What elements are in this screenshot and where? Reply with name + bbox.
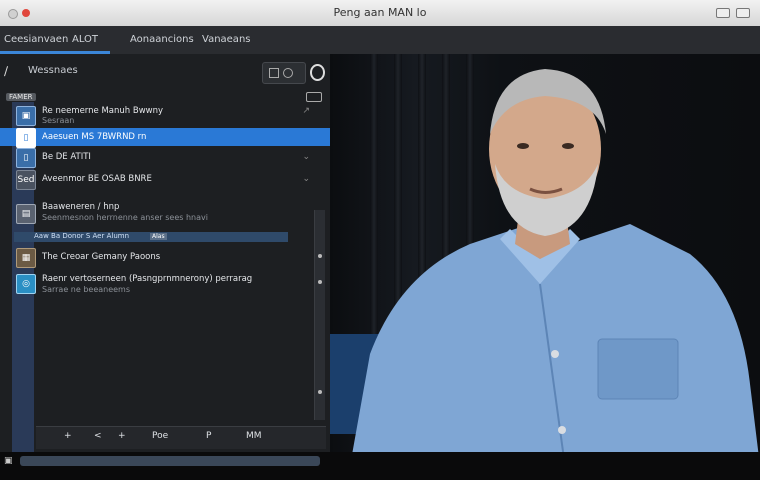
photo-icon: ▦ [16, 248, 36, 268]
progress-label: Aaw Ba Donor S Aer Alumn [34, 232, 130, 240]
progress-button[interactable]: Alas [150, 233, 167, 240]
video-viewer [330, 54, 760, 466]
presenter-image [350, 69, 760, 466]
list-item[interactable]: ▦ The Creoar Gemany Paoons [0, 246, 330, 268]
progress-row[interactable]: Aaw Ba Donor S Aer Alumn Alas [14, 232, 288, 242]
panel-tools[interactable] [262, 62, 306, 84]
prev-icon[interactable]: < [94, 431, 102, 441]
dock-bar [20, 456, 320, 466]
window-icon[interactable]: ▣ [4, 456, 13, 466]
item-subtitle: Sesraan [42, 116, 75, 125]
tool-circle-icon[interactable] [283, 68, 293, 78]
list-item[interactable]: ▤ Baaweneren / hnp Seenmesnon herrnenne … [0, 202, 330, 226]
tab-1[interactable]: Ceesianvaen [4, 34, 68, 45]
tab-strip: Ceesianvaen ALOT Aonaancions Vanaeans [0, 26, 760, 55]
list-item[interactable]: ◎ Raenr vertoserneen (Pasngprnmnerony) p… [0, 272, 330, 296]
panel-bottom-toolbar: + < + Poe P MM [36, 426, 326, 449]
list-subheader: FAMER [4, 92, 326, 104]
minimize-button[interactable] [716, 8, 730, 18]
item-title: Aveenmor BE OSAB BNRE [42, 174, 152, 184]
item-subtitle: Sarrae ne beeaneems [42, 285, 131, 294]
chevron-icon: ⌄ [302, 152, 310, 162]
window-title: Peng aan MAN lo [333, 6, 427, 19]
menu-icon[interactable]: MM [246, 431, 262, 441]
add-icon[interactable]: + [118, 431, 126, 441]
panel-title: Wessnaes [28, 65, 78, 76]
list-item[interactable]: ▯ Be DE ATITI ⌄ [0, 148, 330, 168]
scroll-marker [318, 280, 322, 284]
info-icon[interactable] [310, 64, 325, 81]
pencil-icon[interactable]: ∕ [4, 64, 16, 78]
panel-header: ∕ Wessnaes [0, 60, 330, 84]
item-title: The Creoar Gemany Paoons [42, 252, 161, 262]
folder-icon: Sed [16, 170, 36, 190]
play-pause-button[interactable]: Poe [152, 431, 168, 441]
chevron-icon: ↗ [302, 106, 310, 116]
toggle-icon[interactable] [306, 92, 322, 102]
tab-4[interactable]: Vanaeans [202, 34, 251, 45]
filter-chip[interactable]: FAMER [6, 93, 36, 101]
document-icon: ▯ [16, 128, 36, 148]
item-title: Be DE ATITI [42, 152, 91, 162]
item-title: Re neemerne Manuh Bwwny [42, 106, 164, 116]
item-subtitle: Seenmesnon herrnenne anser sees hnavi [42, 213, 208, 222]
file-icon: ▯ [16, 148, 36, 168]
maximize-button[interactable] [736, 8, 750, 18]
item-title: Baaweneren / hnp [42, 202, 120, 212]
globe-icon: ◎ [16, 274, 36, 294]
back-icon[interactable]: + [64, 431, 72, 441]
thumbnail-icon: ▤ [16, 204, 36, 224]
pin-icon[interactable]: P [206, 431, 211, 441]
list-item[interactable]: ▣ Re neemerne Manuh Bwwny Sesraan ↗ [0, 104, 330, 126]
tab-2[interactable]: ALOT [72, 34, 98, 45]
tab-3[interactable]: Aonaancions [130, 34, 194, 45]
window-controls [716, 8, 750, 18]
list-item[interactable]: Sed Aveenmor BE OSAB BNRE ⌄ [0, 170, 330, 192]
chevron-icon: ⌄ [302, 174, 310, 184]
scroll-marker [318, 390, 322, 394]
scroll-marker [318, 254, 322, 258]
title-bar: Peng aan MAN lo [0, 0, 760, 27]
file-panel: ∕ Wessnaes FAMER ▣ Re neemerne Manuh Bww… [0, 54, 331, 470]
list-item-selected[interactable]: ▯ Aaesuen MS 7BWRND rn [0, 128, 330, 148]
scrollbar[interactable] [314, 210, 325, 420]
image-icon: ▣ [16, 106, 36, 126]
item-title: Raenr vertoserneen (Pasngprnmnerony) per… [42, 274, 253, 284]
item-title: Aaesuen MS 7BWRND rn [42, 132, 147, 142]
tool-square-icon[interactable] [269, 68, 279, 78]
